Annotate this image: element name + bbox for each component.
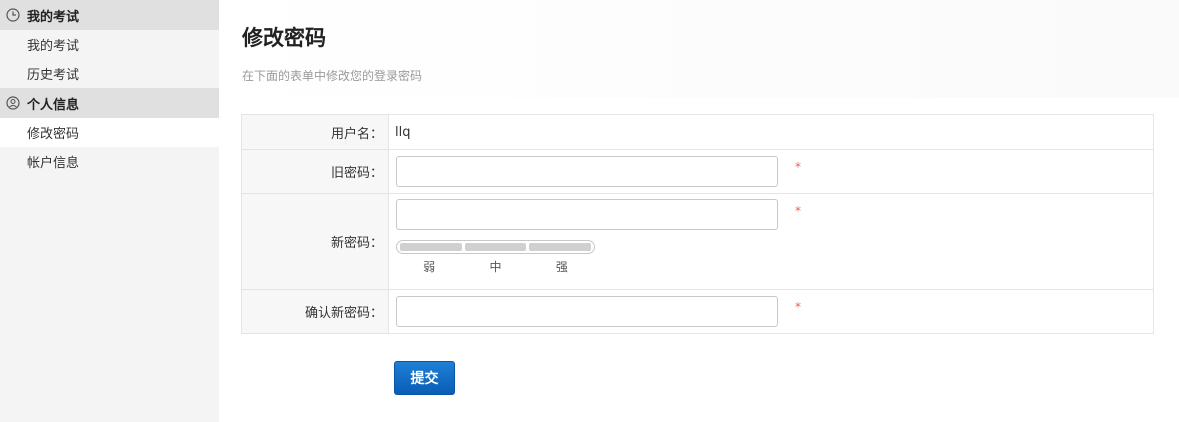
strength-label-strong: 强: [555, 260, 568, 274]
sidebar-section-label: 个人信息: [27, 97, 80, 113]
new-password-input[interactable]: [396, 199, 778, 230]
page-subtitle: 在下面的表单中修改您的登录密码: [242, 69, 423, 83]
strength-label-medium: 中: [489, 260, 502, 274]
required-mark: *: [795, 300, 801, 314]
form-row-old-password: 旧密码： *: [242, 150, 1153, 194]
sidebar-section-label: 我的考试: [27, 9, 80, 25]
sidebar-item-exam-history[interactable]: 历史考试: [0, 59, 219, 88]
page-title: 修改密码: [242, 26, 326, 50]
password-strength-meter: [396, 240, 595, 254]
required-mark: *: [795, 204, 801, 218]
strength-segment-strong: [529, 243, 592, 251]
user-circle-icon: [6, 96, 20, 110]
strength-labels: 弱 中 强: [396, 258, 595, 275]
strength-segment-medium: [464, 243, 527, 251]
sidebar-section-personal-info[interactable]: 个人信息: [0, 88, 219, 118]
username-label: 用户名：: [242, 115, 389, 149]
sidebar: 我的考试 我的考试 历史考试 个人信息 修改密码 帐户信息: [0, 0, 219, 422]
strength-segment-weak: [400, 243, 462, 251]
confirm-password-label: 确认新密码：: [242, 290, 389, 333]
form-row-confirm-password: 确认新密码： *: [242, 290, 1153, 333]
sidebar-item-my-exams[interactable]: 我的考试: [0, 30, 219, 59]
sidebar-item-account-info[interactable]: 帐户信息: [0, 147, 219, 176]
required-mark: *: [795, 160, 801, 174]
submit-button[interactable]: 提交: [394, 361, 455, 395]
clock-icon: [6, 8, 20, 22]
form-row-username: 用户名： llq: [242, 115, 1153, 150]
old-password-label: 旧密码：: [242, 150, 389, 193]
confirm-password-input[interactable]: [396, 296, 778, 327]
new-password-label: 新密码：: [242, 194, 389, 289]
old-password-input[interactable]: [396, 156, 778, 187]
main-content: 修改密码 在下面的表单中修改您的登录密码 用户名： llq 旧密码： * 新密码…: [219, 0, 1179, 422]
form-row-new-password: 新密码： * 弱 中 强: [242, 194, 1153, 290]
username-value: llq: [395, 124, 411, 140]
strength-label-weak: 弱: [423, 260, 436, 274]
sidebar-section-my-exams[interactable]: 我的考试: [0, 0, 219, 30]
password-form: 用户名： llq 旧密码： * 新密码： * 弱 中 强 确认新密码： *: [241, 114, 1154, 334]
sidebar-item-change-password[interactable]: 修改密码: [0, 118, 219, 147]
